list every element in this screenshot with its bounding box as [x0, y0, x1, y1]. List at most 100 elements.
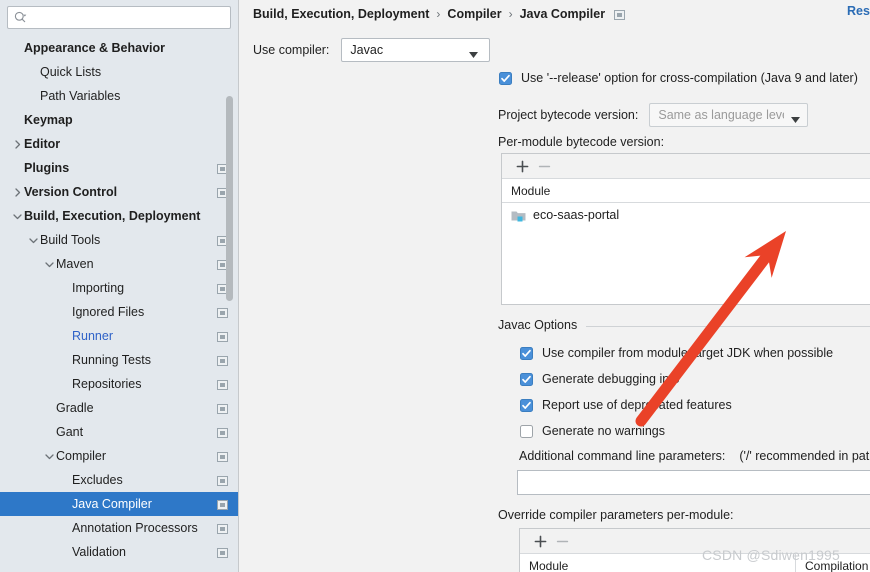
javac-option-0-checkbox[interactable]: Use compiler from module target JDK when… — [520, 346, 833, 360]
project-scope-icon[interactable] — [217, 403, 228, 414]
breadcrumb-item-2[interactable]: Java Compiler — [520, 7, 605, 21]
column-header-module[interactable]: Module — [502, 179, 870, 203]
sidebar-item-label: Gradle — [56, 401, 94, 415]
sidebar-item-repositories[interactable]: Repositories — [0, 372, 238, 396]
sidebar-item-label: Build Tools — [40, 233, 101, 247]
remove-row-button[interactable] — [533, 155, 555, 177]
breadcrumb-item-1[interactable]: Compiler — [447, 7, 501, 21]
sidebar-item-label: Path Variables — [40, 89, 121, 103]
sidebar-item-gradle[interactable]: Gradle — [0, 396, 238, 420]
project-scope-icon[interactable] — [217, 523, 228, 534]
sidebar-item-label: Excludes — [72, 473, 123, 487]
add-row-button[interactable] — [511, 155, 533, 177]
chevron-down-icon[interactable] — [10, 204, 24, 228]
project-bytecode-dropdown-button[interactable] — [784, 103, 809, 127]
sidebar-item-annotation-processors[interactable]: Annotation Processors — [0, 516, 238, 540]
breadcrumb-item-0[interactable]: Build, Execution, Deployment — [253, 7, 429, 21]
project-scope-icon[interactable] — [217, 427, 228, 438]
table-row[interactable]: eco-saas-portal 1.8 — [502, 203, 870, 227]
project-scope-icon[interactable] — [217, 331, 228, 342]
sidebar-item-quick-lists[interactable]: Quick Lists — [0, 60, 238, 84]
search-input[interactable] — [27, 8, 230, 27]
sidebar-item-version-control[interactable]: Version Control — [0, 180, 238, 204]
project-bytecode-row: Project bytecode version: Same as langua… — [498, 103, 809, 127]
sidebar-item-label: Compiler — [56, 449, 107, 463]
use-compiler-select[interactable]: Javac — [341, 38, 491, 62]
javac-option-2-checkbox[interactable]: Report use of deprecated features — [520, 398, 732, 412]
javac-option-2: Report use of deprecated features — [520, 398, 732, 412]
sidebar-item-build-execution-deployment[interactable]: Build, Execution, Deployment — [0, 204, 238, 228]
javac-option-3-checkbox[interactable]: Generate no warnings — [520, 424, 665, 438]
sidebar-item-maven[interactable]: Maven — [0, 252, 238, 276]
project-scope-icon[interactable] — [614, 9, 626, 20]
sidebar-item-label: Gant — [56, 425, 84, 439]
checkbox-checked-icon — [520, 398, 533, 412]
settings-main-panel: Build, Execution, Deployment › Compiler … — [239, 0, 870, 572]
override-params-label: Override compiler parameters per-module: — [498, 508, 734, 522]
sidebar-item-label: Importing — [72, 281, 125, 295]
project-bytecode-select[interactable]: Same as language leve — [649, 103, 785, 127]
sidebar-item-importing[interactable]: Importing — [0, 276, 238, 300]
remove-row-button[interactable] — [551, 530, 573, 552]
per-module-table-toolbar — [502, 154, 870, 179]
sidebar-item-appearance-behavior[interactable]: Appearance & Behavior — [0, 36, 238, 60]
sidebar-item-gant[interactable]: Gant — [0, 420, 238, 444]
javac-option-1-checkbox[interactable]: Generate debugging info — [520, 372, 680, 386]
sidebar-item-label: Keymap — [24, 113, 73, 127]
project-scope-icon[interactable] — [217, 451, 228, 462]
project-scope-icon[interactable] — [217, 547, 228, 558]
javac-option-1-label: Generate debugging info — [542, 372, 680, 386]
project-scope-icon[interactable] — [217, 307, 228, 318]
sidebar-item-excludes[interactable]: Excludes — [0, 468, 238, 492]
sidebar-scrollbar-thumb[interactable] — [226, 96, 233, 301]
chevron-down-icon[interactable] — [42, 444, 56, 468]
add-row-button[interactable] — [529, 530, 551, 552]
per-module-bytecode-label: Per-module bytecode version: — [498, 135, 665, 149]
breadcrumb-separator: › — [508, 7, 513, 21]
sidebar-item-keymap[interactable]: Keymap — [0, 108, 238, 132]
sidebar-item-label: Build, Execution, Deployment — [24, 209, 201, 223]
release-option-checkbox[interactable]: Use '--release' option for cross-compila… — [499, 71, 858, 85]
chevron-right-icon[interactable] — [10, 180, 24, 204]
sidebar-item-label: Ignored Files — [72, 305, 145, 319]
project-scope-icon[interactable] — [217, 379, 228, 390]
sidebar-item-path-variables[interactable]: Path Variables — [0, 84, 238, 108]
sidebar-item-running-tests[interactable]: Running Tests — [0, 348, 238, 372]
sidebar-item-label: Editor — [24, 137, 61, 151]
chevron-right-icon[interactable] — [10, 132, 24, 156]
sidebar-item-compiler[interactable]: Compiler — [0, 444, 238, 468]
group-divider — [586, 325, 870, 327]
sidebar-item-editor[interactable]: Editor — [0, 132, 238, 156]
project-scope-icon[interactable] — [217, 499, 228, 510]
additional-params-input[interactable] — [517, 470, 870, 495]
javac-options-group-title: Javac Options — [498, 318, 870, 332]
search-box[interactable] — [7, 6, 231, 29]
sidebar-item-label: Maven — [56, 257, 94, 271]
sidebar-item-validation[interactable]: Validation — [0, 540, 238, 564]
additional-params-row: Additional command line parameters: ('/'… — [519, 449, 870, 463]
module-name: eco-saas-portal — [533, 208, 620, 222]
project-scope-icon[interactable] — [217, 355, 228, 366]
sidebar-item-plugins[interactable]: Plugins — [0, 156, 238, 180]
release-option-label: Use '--release' option for cross-compila… — [521, 71, 858, 85]
checkbox-checked-icon — [520, 346, 533, 360]
sidebar-item-build-tools[interactable]: Build Tools — [0, 228, 238, 252]
sidebar-item-java-compiler[interactable]: Java Compiler — [0, 492, 238, 516]
reset-link[interactable]: Res — [847, 4, 870, 18]
project-scope-icon[interactable] — [217, 475, 228, 486]
use-compiler-label: Use compiler: — [253, 43, 330, 57]
chevron-down-icon[interactable] — [42, 252, 56, 276]
breadcrumb-separator: › — [436, 7, 441, 21]
javac-option-0-label: Use compiler from module target JDK when… — [542, 346, 834, 360]
javac-option-2-label: Report use of deprecated features — [542, 398, 732, 412]
project-bytecode-label: Project bytecode version: — [498, 108, 639, 122]
chevron-down-icon[interactable] — [26, 228, 40, 252]
sidebar-item-ignored-files[interactable]: Ignored Files — [0, 300, 238, 324]
sidebar-item-runner[interactable]: Runner — [0, 324, 238, 348]
